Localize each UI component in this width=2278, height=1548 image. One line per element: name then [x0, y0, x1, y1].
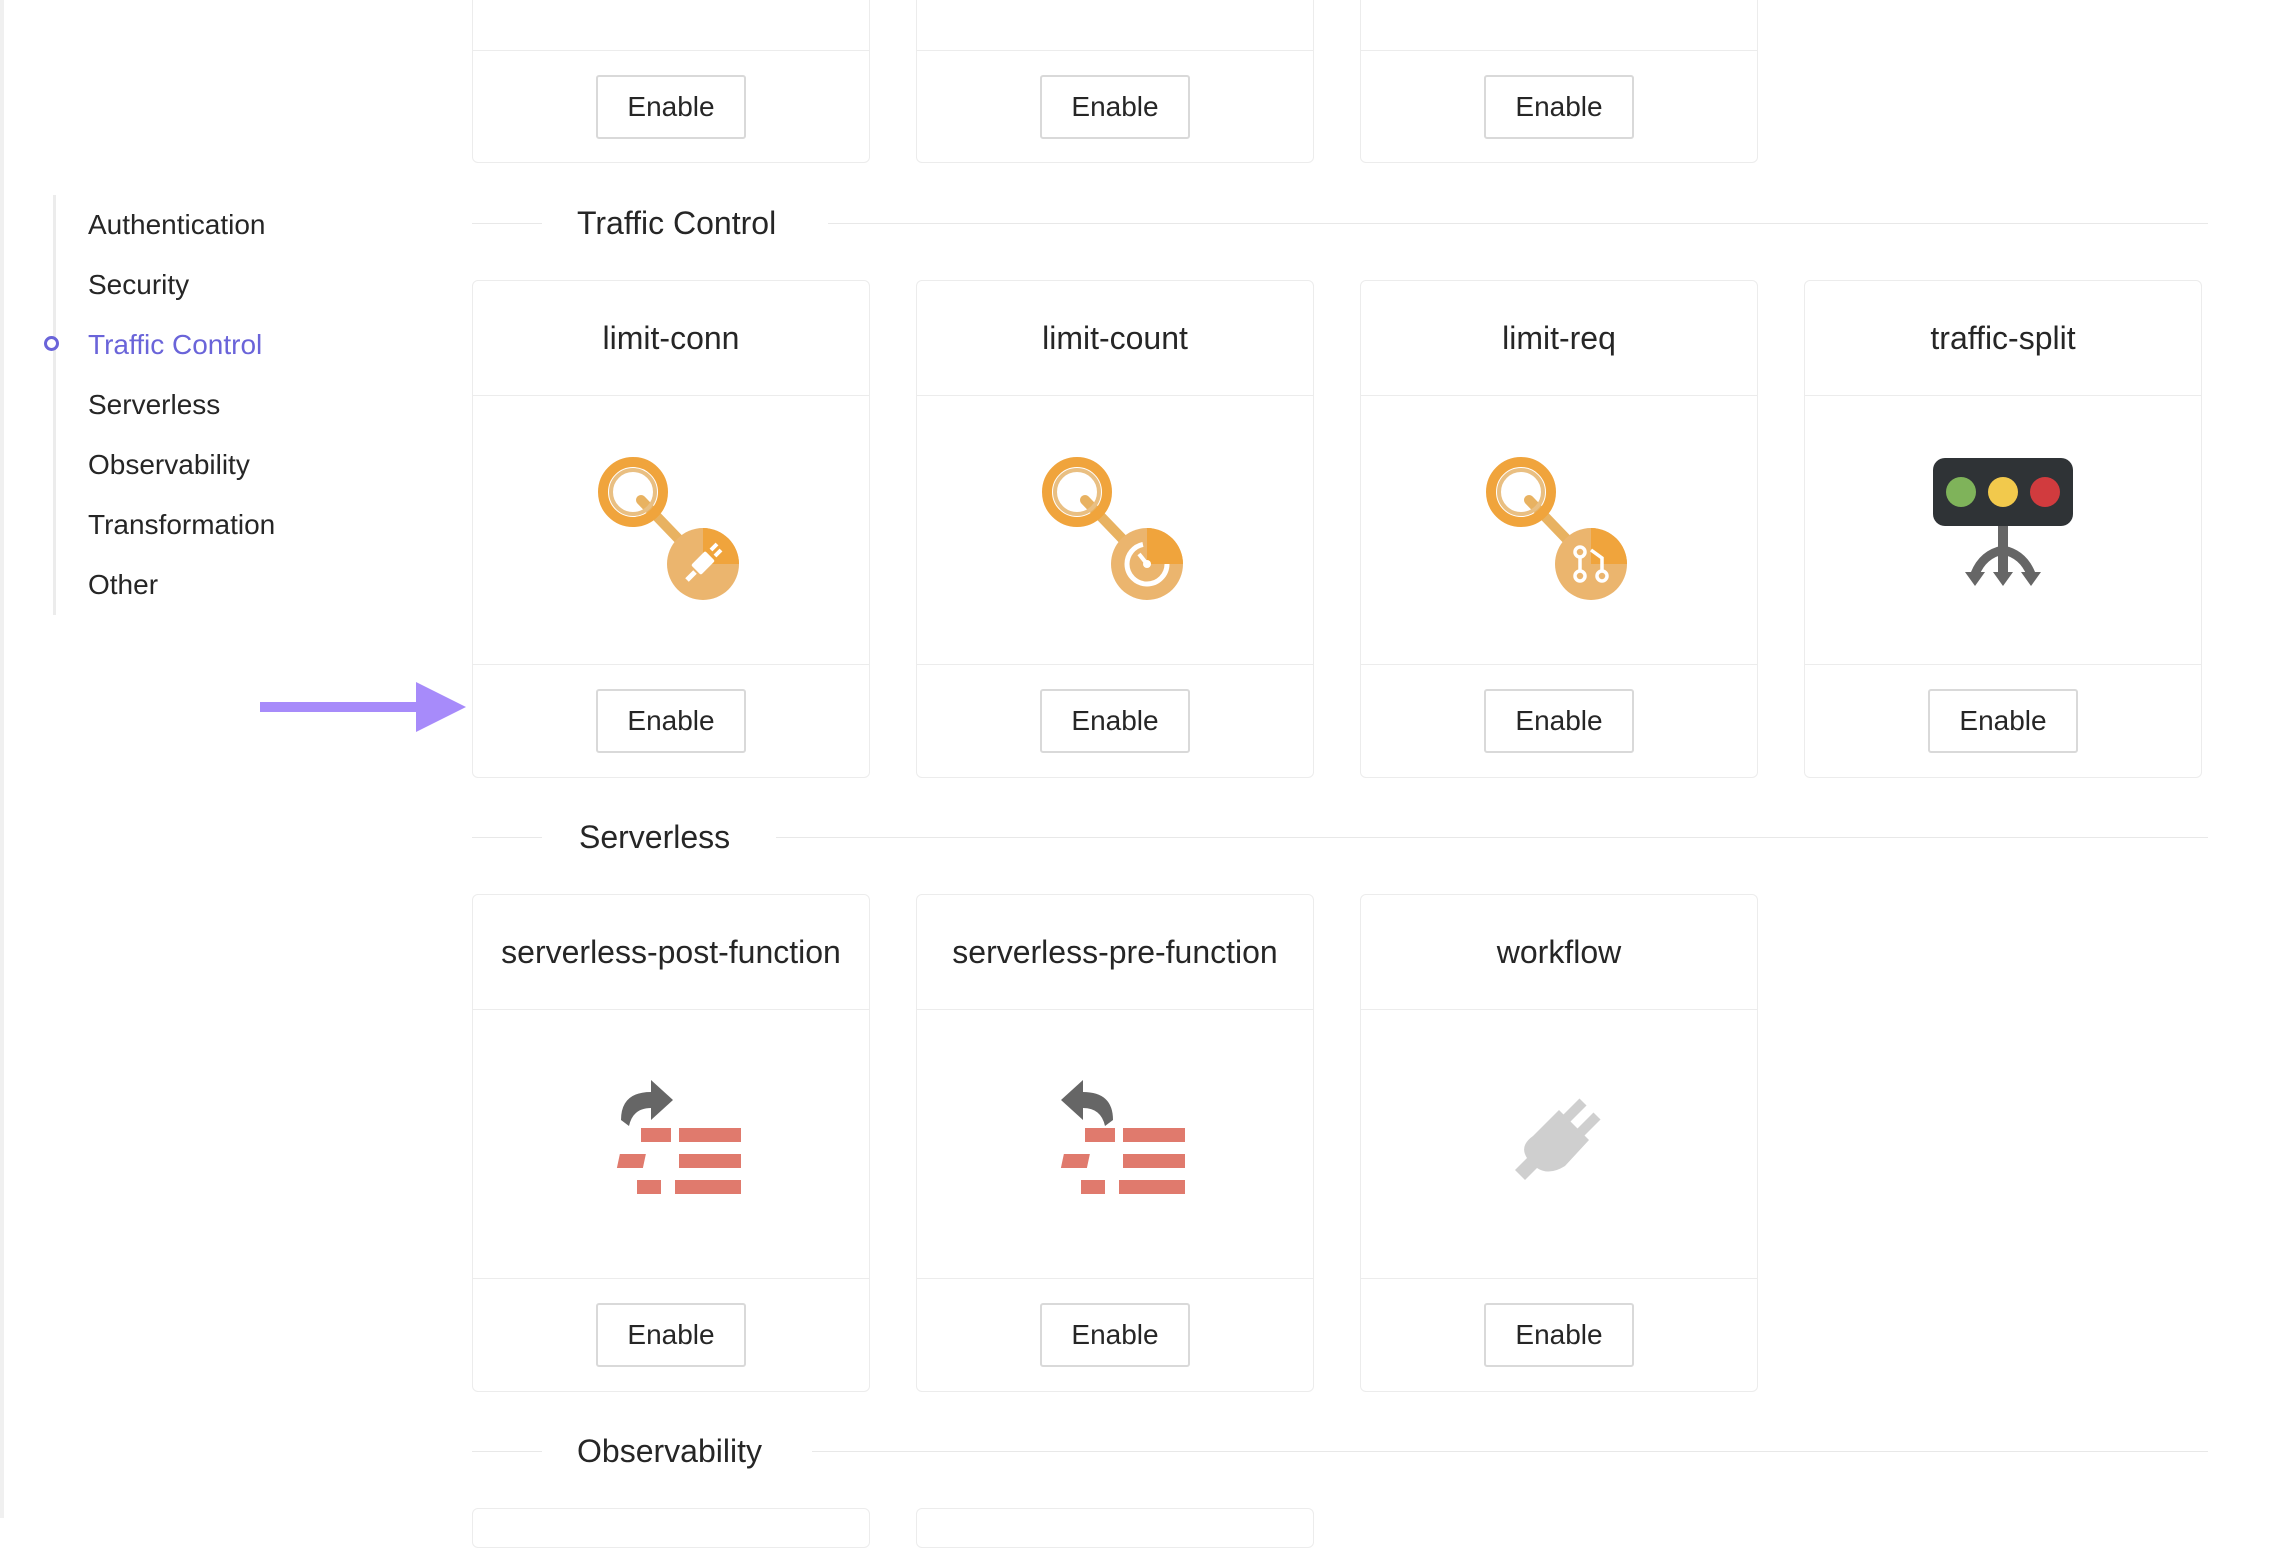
plugin-card-limit-conn: limit-conn Enable — [472, 280, 870, 778]
enable-button[interactable]: Enable — [596, 75, 746, 139]
limit-req-icon — [1486, 457, 1627, 600]
anchor-item-serverless[interactable]: Serverless — [88, 385, 220, 425]
enable-button[interactable]: Enable — [1040, 1303, 1190, 1367]
plugin-card-workflow: workflow Enable — [1360, 894, 1758, 1392]
enable-button[interactable]: Enable — [1484, 75, 1634, 139]
plugin-card-partial: Enable — [472, 0, 870, 163]
traffic-light-icon — [1933, 458, 2073, 586]
section-title: Traffic Control — [577, 205, 777, 241]
plugin-category-anchor-nav: Authentication Security Traffic Control … — [44, 195, 350, 615]
enable-button[interactable]: Enable — [1040, 75, 1190, 139]
pointer-arrow-icon — [260, 682, 466, 732]
plugin-card-serverless-pre-function: serverless-pre-function Enable — [916, 894, 1314, 1392]
enable-button[interactable]: Enable — [1040, 689, 1190, 753]
plugin-card-partial: Enable — [916, 0, 1314, 163]
anchor-item-transformation[interactable]: Transformation — [88, 505, 275, 545]
plugin-card-limit-req: limit-req Enable — [1360, 280, 1758, 778]
plugin-plug-icon — [1515, 1098, 1601, 1180]
section-divider-traffic-control: Traffic Control — [472, 203, 2208, 243]
pre-function-icon — [1060, 1080, 1185, 1194]
section-divider-observability: Observability — [472, 1431, 2208, 1471]
section-title: Observability — [577, 1433, 762, 1469]
enable-button[interactable]: Enable — [596, 1303, 746, 1367]
post-function-icon — [616, 1080, 741, 1194]
plugin-card-serverless-post-function: serverless-post-function Enable — [472, 894, 870, 1392]
anchor-item-other[interactable]: Other — [88, 565, 158, 605]
plugin-name: serverless-post-function — [473, 895, 869, 1010]
plugin-name: limit-conn — [473, 281, 869, 396]
anchor-item-security[interactable]: Security — [88, 265, 189, 305]
enable-button[interactable]: Enable — [1484, 1303, 1634, 1367]
plugin-name: serverless-pre-function — [917, 895, 1313, 1010]
enable-button[interactable]: Enable — [596, 689, 746, 753]
plugin-card-traffic-split: traffic-split Enable — [1804, 280, 2202, 778]
enable-button[interactable]: Enable — [1928, 689, 2078, 753]
section-title: Serverless — [579, 819, 731, 855]
limit-conn-icon — [598, 457, 739, 600]
anchor-rail — [53, 195, 56, 615]
plugin-card-limit-count: limit-count Enable — [916, 280, 1314, 778]
limit-count-icon — [1042, 457, 1183, 600]
plugin-card-partial: Enable — [1360, 0, 1758, 163]
plugin-card-partial — [472, 1508, 870, 1548]
enable-button[interactable]: Enable — [1484, 689, 1634, 753]
plugin-name: limit-req — [1361, 281, 1757, 396]
anchor-active-dot — [44, 336, 59, 351]
anchor-item-authentication[interactable]: Authentication — [88, 205, 265, 245]
page-left-edge — [0, 0, 4, 1518]
anchor-item-traffic-control[interactable]: Traffic Control — [88, 325, 262, 365]
section-divider-serverless: Serverless — [472, 817, 2208, 857]
anchor-item-observability[interactable]: Observability — [88, 445, 250, 485]
plugin-name: limit-count — [917, 281, 1313, 396]
plugin-name: workflow — [1361, 895, 1757, 1010]
plugin-name: traffic-split — [1805, 281, 2201, 396]
plugin-card-partial — [916, 1508, 1314, 1548]
